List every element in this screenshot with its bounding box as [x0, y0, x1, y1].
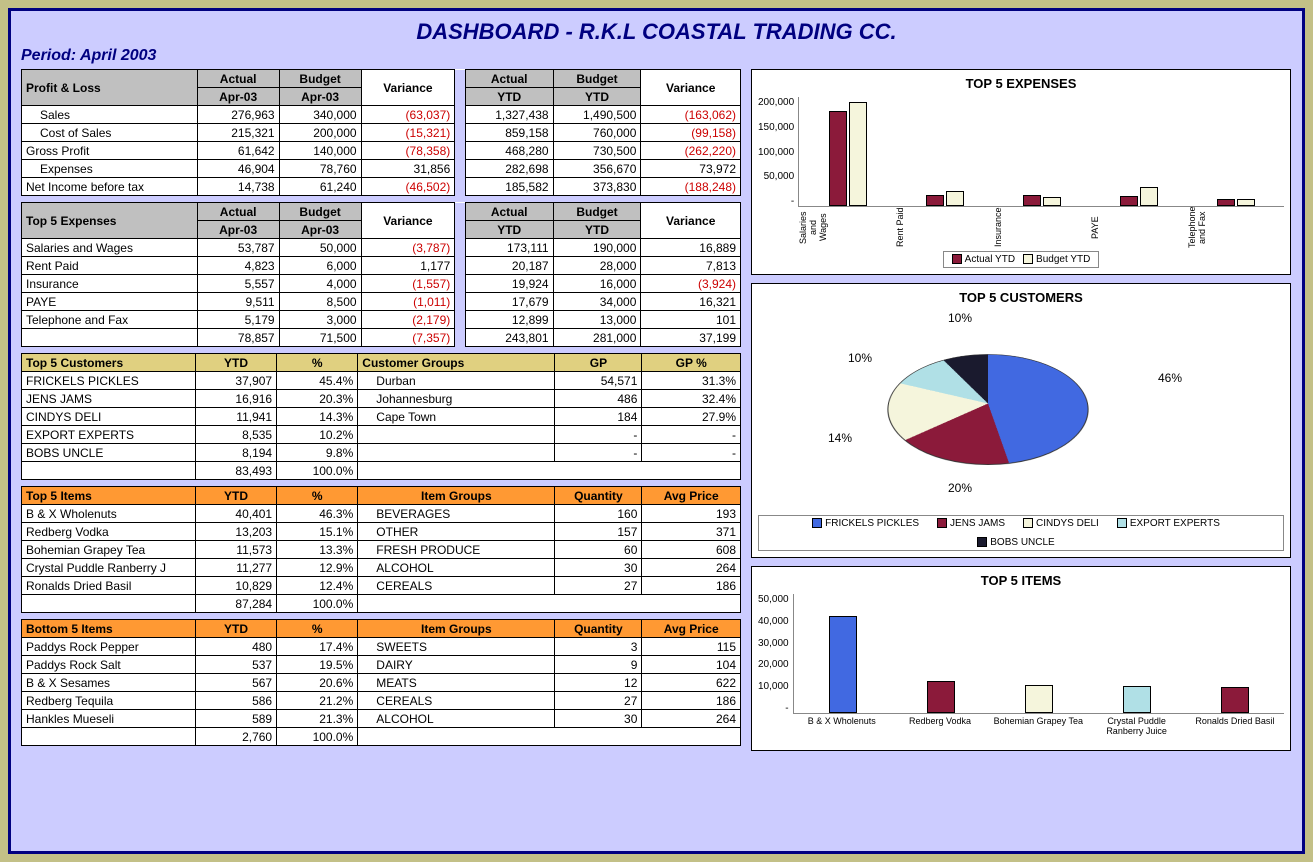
table-row: Paddys Rock Pepper48017.4% SWEETS3115 [22, 638, 741, 656]
table-row: Rent Paid 4,823 6,000 1,177 20,187 28,00… [22, 257, 741, 275]
table-row: Salaries and Wages 53,787 50,000 (3,787)… [22, 239, 741, 257]
table-row: Hankles Mueseli58921.3% ALCOHOL30264 [22, 710, 741, 728]
table-row: Redberg Tequila58621.2% CEREALS27186 [22, 692, 741, 710]
top5-expenses-chart: TOP 5 EXPENSES 200,000150,000100,00050,0… [751, 69, 1291, 275]
profit-loss-table: Profit & Loss Actual Budget Variance Act… [21, 69, 741, 196]
pl-h4a: Actual [465, 70, 553, 88]
top5-items-chart: TOP 5 ITEMS 50,00040,00030,00020,00010,0… [751, 566, 1291, 751]
exp-h0: Top 5 Expenses [22, 203, 198, 239]
dashboard-sheet: DASHBOARD - R.K.L COASTAL TRADING CC. Pe… [8, 8, 1305, 854]
top5-customers-table: Top 5 Customers YTD % Customer Groups GP… [21, 353, 741, 480]
pl-h2a: Budget [279, 70, 361, 88]
table-row: Telephone and Fax 5,179 3,000 (2,179) 12… [22, 311, 741, 329]
table-row: B & X Sesames56720.6% MEATS12622 [22, 674, 741, 692]
pl-h6: Variance [641, 70, 741, 106]
table-row: Insurance 5,557 4,000 (1,557) 19,924 16,… [22, 275, 741, 293]
total-row: 78,85771,500 (7,357) 243,801281,000 37,1… [22, 329, 741, 347]
table-row: FRICKELS PICKLES37,90745.4% Durban54,571… [22, 372, 741, 390]
table-row: Paddys Rock Salt53719.5% DAIRY9104 [22, 656, 741, 674]
top5-items-table: Top 5 Items YTD % Item Groups Quantity A… [21, 486, 741, 613]
table-row: BOBS UNCLE8,1949.8% -- [22, 444, 741, 462]
table-row: Bohemian Grapey Tea11,57313.3% FRESH PRO… [22, 541, 741, 559]
table-row: Redberg Vodka13,20315.1% OTHER157371 [22, 523, 741, 541]
pl-h5a: Budget [553, 70, 641, 88]
page-title: DASHBOARD - R.K.L COASTAL TRADING CC. [21, 19, 1292, 45]
pl-h5b: YTD [553, 88, 641, 106]
table-row: Gross Profit 61,642 140,000 (78,358) 468… [22, 142, 741, 160]
table-row: B & X Wholenuts40,40146.3% BEVERAGES1601… [22, 505, 741, 523]
bottom5-items-table: Bottom 5 Items YTD % Item Groups Quantit… [21, 619, 741, 746]
total-row: 2,760100.0% [22, 728, 741, 746]
top5-customers-chart: TOP 5 CUSTOMERS 46% 20% 14% 10% 10% FRIC… [751, 283, 1291, 558]
pie-chart [876, 354, 1101, 465]
period-label: Period: April 2003 [21, 47, 1292, 65]
pl-h1b: Apr-03 [197, 88, 279, 106]
chart1-legend: Actual YTD Budget YTD [943, 251, 1100, 268]
table-row: Net Income before tax 14,738 61,240 (46,… [22, 178, 741, 196]
chart2-legend: FRICKELS PICKLESJENS JAMSCINDYS DELIEXPO… [758, 515, 1284, 551]
table-row: CINDYS DELI11,94114.3% Cape Town18427.9% [22, 408, 741, 426]
total-row: 83,493100.0% [22, 462, 741, 480]
total-row: 87,284100.0% [22, 595, 741, 613]
table-row: Sales 276,963 340,000 (63,037) 1,327,438… [22, 106, 741, 124]
table-row: Ronalds Dried Basil10,82912.4% CEREALS27… [22, 577, 741, 595]
pl-h1a: Actual [197, 70, 279, 88]
top5-expenses-table: Top 5 Expenses Actual Budget Variance Ac… [21, 202, 741, 347]
table-row: Expenses 46,904 78,760 31,856 282,698 35… [22, 160, 741, 178]
pl-h0: Profit & Loss [22, 70, 198, 106]
table-row: Cost of Sales 215,321 200,000 (15,321) 8… [22, 124, 741, 142]
table-row: JENS JAMS16,91620.3% Johannesburg48632.4… [22, 390, 741, 408]
table-row: Crystal Puddle Ranberry J11,27712.9% ALC… [22, 559, 741, 577]
pl-h4b: YTD [465, 88, 553, 106]
table-row: PAYE 9,511 8,500 (1,011) 17,679 34,000 1… [22, 293, 741, 311]
pl-h2b: Apr-03 [279, 88, 361, 106]
table-row: EXPORT EXPERTS8,53510.2% -- [22, 426, 741, 444]
pl-h3: Variance [361, 70, 455, 106]
